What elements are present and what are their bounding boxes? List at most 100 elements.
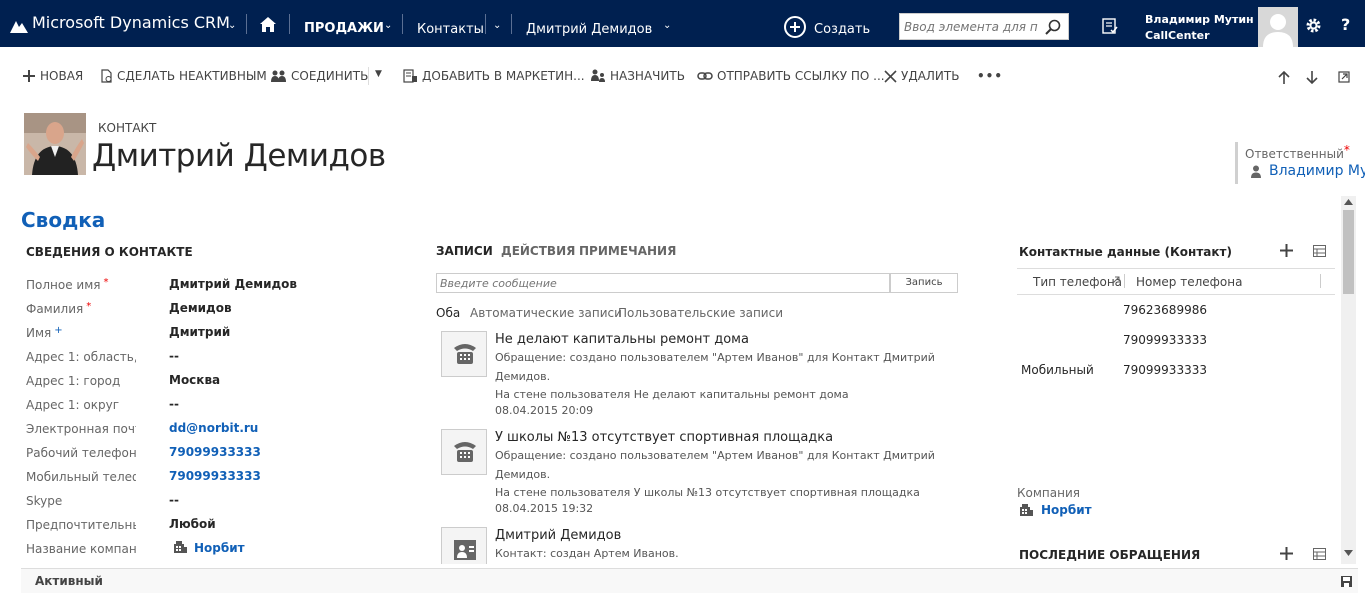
- section-title-summary[interactable]: Сводка: [21, 208, 105, 232]
- field-value[interactable]: --: [169, 493, 179, 507]
- assign-button[interactable]: НАЗНАЧИТЬ: [590, 69, 685, 83]
- divider: [511, 14, 512, 34]
- contact-photo[interactable]: [24, 113, 86, 175]
- nav-area-sales[interactable]: ПРОДАЖИ: [304, 21, 384, 36]
- nav-record-link[interactable]: Дмитрий Демидов: [526, 22, 652, 37]
- chevron-down-icon[interactable]: ⌄: [663, 20, 671, 31]
- field-value[interactable]: Дмитрий: [169, 325, 230, 339]
- deactivate-button[interactable]: СДЕЛАТЬ НЕАКТИВНЫМ: [100, 69, 267, 83]
- owner-label: Ответственный*: [1245, 143, 1350, 161]
- connect-button[interactable]: СОЕДИНИТЬ: [271, 69, 368, 83]
- expand-window-icon[interactable]: [1338, 71, 1350, 83]
- tab-notes[interactable]: ПРИМЕЧАНИЯ: [579, 244, 676, 258]
- col-phone-type[interactable]: Тип телефона: [1033, 275, 1122, 289]
- field-value[interactable]: Демидов: [169, 301, 232, 315]
- grid-cell-number[interactable]: 79099933333: [1123, 363, 1207, 377]
- filter-both[interactable]: Оба: [436, 306, 460, 320]
- owner-value-link[interactable]: Владимир Мутин: [1269, 163, 1365, 179]
- company-link[interactable]: Норбит: [1041, 503, 1092, 517]
- create-plus-icon[interactable]: [784, 16, 806, 38]
- search-box[interactable]: [899, 13, 1069, 40]
- divider: [289, 14, 290, 34]
- post-text: Обращение: создано пользователем "Артем …: [495, 449, 935, 462]
- scroll-up-arrow-icon[interactable]: [1344, 199, 1353, 205]
- field-label: Фамилия *: [26, 302, 136, 316]
- field-label-text: Skype: [26, 494, 63, 508]
- field-value[interactable]: 79099933333: [169, 445, 261, 459]
- add-plus-icon[interactable]: [1280, 547, 1293, 560]
- post-title[interactable]: У школы №13 отсутствует спортивная площа…: [495, 430, 833, 445]
- tab-activities[interactable]: ДЕЙСТВИЯ: [501, 244, 575, 258]
- sort-arrow-icon[interactable]: [1112, 276, 1120, 284]
- new-button[interactable]: НОВАЯ: [22, 69, 83, 83]
- post-text: Демидов.: [495, 370, 551, 383]
- user-org[interactable]: CallCenter: [1145, 29, 1210, 42]
- connect-dropdown-arrow[interactable]: ▼: [375, 69, 382, 79]
- post-title[interactable]: Не делают капитальны ремонт дома: [495, 332, 749, 347]
- filter-user-posts[interactable]: Пользовательские записи: [618, 306, 783, 320]
- add-plus-icon[interactable]: [1280, 244, 1293, 257]
- field-value[interactable]: 79099933333: [169, 469, 261, 483]
- avatar[interactable]: [1258, 7, 1298, 47]
- chevron-down-icon[interactable]: ⌄: [228, 20, 236, 31]
- message-input[interactable]: [437, 274, 889, 292]
- task-flow-icon[interactable]: [1102, 18, 1118, 34]
- field-value[interactable]: Норбит: [173, 541, 245, 555]
- grid-view-icon[interactable]: [1313, 548, 1326, 560]
- field-value[interactable]: Дмитрий Демидов: [169, 277, 297, 291]
- col-phone-number[interactable]: Номер телефона: [1136, 275, 1242, 289]
- field-label: Адрес 1: область, край: [26, 350, 136, 364]
- gear-icon[interactable]: [1305, 17, 1322, 34]
- user-name[interactable]: Владимир Мутин: [1145, 13, 1254, 26]
- field-label: Электронная почта: [26, 422, 136, 436]
- field-value[interactable]: Любой: [169, 517, 216, 531]
- required-marker: *: [86, 302, 92, 312]
- field-value[interactable]: dd@norbit.ru: [169, 421, 258, 435]
- top-nav-bar: Microsoft Dynamics CRM ⌄ ПРОДАЖИ ⌄ Конта…: [0, 0, 1365, 47]
- arrow-up-icon[interactable]: [1278, 71, 1290, 84]
- post-button[interactable]: Запись: [890, 273, 958, 293]
- grid-cell-number[interactable]: 79623689986: [1123, 303, 1207, 317]
- post-text: Контакт: создан Артем Иванов.: [495, 547, 679, 560]
- field-label-text: Электронная почта: [26, 422, 136, 436]
- nav-entity-contacts[interactable]: Контакты: [417, 22, 484, 37]
- grid-view-icon[interactable]: [1313, 245, 1326, 257]
- post-title[interactable]: Дмитрий Демидов: [495, 528, 621, 543]
- filter-auto-posts[interactable]: Автоматические записи: [470, 306, 622, 320]
- message-box[interactable]: [436, 273, 890, 293]
- delete-button[interactable]: УДАЛИТЬ: [884, 69, 959, 83]
- field-label-text: Название компании: [26, 542, 136, 556]
- help-icon[interactable]: ?: [1341, 15, 1350, 34]
- grid-cell-number[interactable]: 79099933333: [1123, 333, 1207, 347]
- search-input[interactable]: [904, 17, 1038, 36]
- save-disk-icon[interactable]: [1341, 576, 1352, 587]
- account-building-icon: [1020, 504, 1033, 516]
- field-label-text: Адрес 1: город: [26, 374, 121, 388]
- add-to-marketing-button[interactable]: ДОБАВИТЬ В МАРКЕТИН...: [403, 69, 585, 83]
- home-icon[interactable]: [260, 17, 276, 32]
- more-commands-button[interactable]: •••: [977, 69, 1003, 83]
- chevron-down-icon[interactable]: ⌄: [493, 20, 501, 31]
- create-button[interactable]: Создать: [814, 22, 870, 37]
- company-link[interactable]: Норбит: [194, 541, 245, 555]
- send-link-button[interactable]: ОТПРАВИТЬ ССЫЛКУ ПО ...: [697, 69, 885, 83]
- grid-top-border: [1017, 268, 1335, 269]
- field-label: Название компании: [26, 542, 136, 556]
- owner-value[interactable]: Владимир Мутин: [1250, 163, 1365, 179]
- app-title[interactable]: Microsoft Dynamics CRM: [32, 13, 230, 32]
- divider: [246, 14, 247, 34]
- field-value[interactable]: Москва: [169, 373, 220, 387]
- field-label-text: Полное имя: [26, 278, 101, 292]
- field-value[interactable]: --: [169, 349, 179, 363]
- grid-header-border: [1017, 294, 1335, 295]
- scrollbar-thumb[interactable]: [1343, 210, 1354, 294]
- arrow-down-icon[interactable]: [1306, 71, 1318, 84]
- field-label: Адрес 1: округ: [26, 398, 136, 412]
- scroll-down-arrow-icon[interactable]: [1344, 550, 1353, 556]
- company-value[interactable]: Норбит: [1019, 503, 1092, 517]
- tab-posts[interactable]: ЗАПИСИ: [436, 244, 493, 258]
- chevron-down-icon[interactable]: ⌄: [384, 20, 392, 31]
- field-label-text: Мобильный телефон: [26, 470, 136, 484]
- search-icon[interactable]: [1045, 19, 1061, 35]
- field-value[interactable]: --: [169, 397, 179, 411]
